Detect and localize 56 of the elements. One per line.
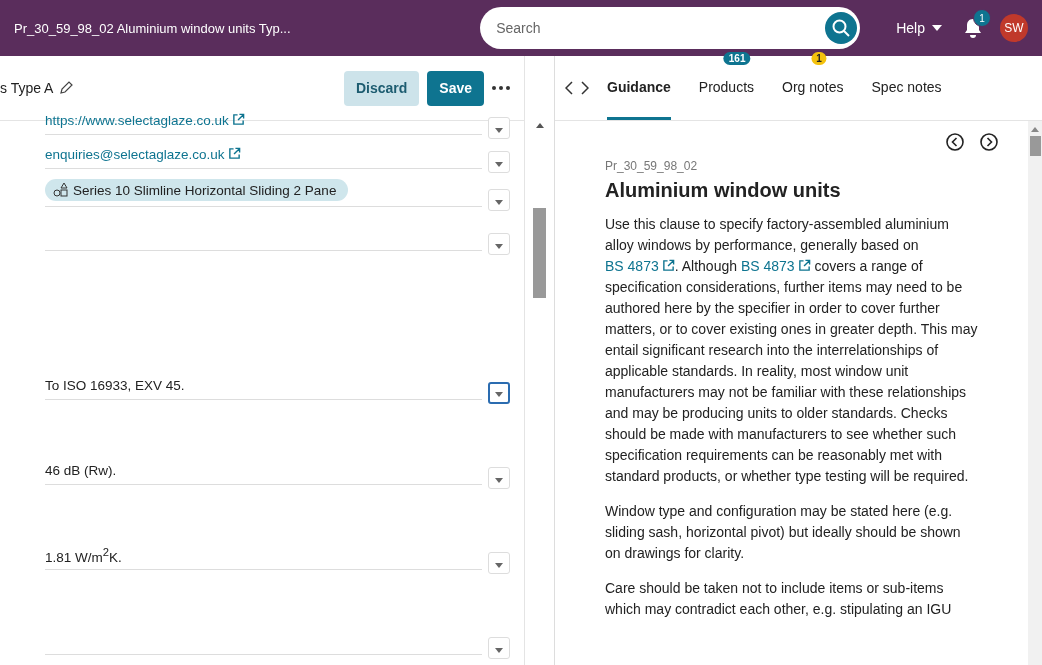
standard-link[interactable]: BS 4873: [605, 258, 675, 274]
field-value[interactable]: To ISO 16933, EXV 45.: [45, 377, 483, 400]
help-menu[interactable]: Help: [896, 20, 942, 36]
scroll-up-icon[interactable]: [535, 123, 544, 128]
discard-button[interactable]: Discard: [344, 70, 420, 106]
field-value[interactable]: https://www.selectaglaze.co.uk: [45, 112, 483, 135]
count-badge: 1: [811, 52, 827, 65]
field-text: 46 dB (Rw).: [45, 463, 117, 478]
guidance-paragraph: Use this clause to specify factory-assembled aluminium alloy windows by performance, generally based on BS 4873 . Although BS 4873 covers a range of specification considerations, further items may need to be authored here by the specifier in order to cover further matters, or to cover existing ones in greater depth. This may entail significant research into the interrelationships of applicable standards. In reality, most window unit manufacturers may not be familiar with these relationships and may be producing units to older standards. Checks should be made with manufacturers to see whether such specification requirements can be reasonably met with standard products, or whether type testing will be required.: [605, 215, 979, 486]
field-value[interactable]: enquiries@selectaglaze.co.uk: [45, 146, 483, 169]
caret-icon: [495, 128, 504, 133]
search-field[interactable]: Search: [480, 7, 861, 49]
external-link-icon: [231, 113, 245, 126]
field-text: To ISO 16933, EXV 45.: [45, 378, 185, 393]
user-avatar[interactable]: SW: [1000, 14, 1028, 42]
shapes-icon: [53, 182, 69, 198]
dropdown-button[interactable]: [488, 382, 511, 404]
caret-icon: [932, 25, 942, 31]
standard-link[interactable]: BS 4873: [740, 258, 811, 274]
guidance-title: Aluminium window units: [605, 179, 842, 202]
external-link-icon: [661, 259, 675, 272]
notification-badge: 1: [973, 9, 991, 27]
guidance-paragraph: Care should be taken not to include items or sub-items which may contradict each other, e.g. stipulating an IGU: [605, 579, 953, 619]
caret-icon: [495, 648, 504, 653]
scrollbar-thumb[interactable]: [1029, 136, 1041, 156]
more-icon[interactable]: [492, 86, 511, 90]
field-link[interactable]: https://www.selectaglaze.co.uk: [45, 113, 245, 128]
tab[interactable]: Spec notes: [871, 56, 942, 120]
external-link-icon: [227, 147, 241, 160]
save-button[interactable]: Save: [427, 70, 485, 106]
external-link-icon: [797, 259, 811, 272]
caret-icon: [495, 244, 504, 249]
scroll-up-icon[interactable]: [1031, 127, 1039, 132]
scrollbar-thumb[interactable]: [533, 208, 546, 298]
next-circle-icon[interactable]: [980, 133, 998, 151]
field-value[interactable]: 46 dB (Rw).: [45, 462, 483, 485]
guidance-paragraph: Window type and configuration may be stated here (e.g. sliding sash, horizontal pivot) but ideally should be shown on drawings for clarity.: [605, 502, 962, 563]
field-value[interactable]: 1.81 W/m$^{2}$K.: [45, 545, 483, 570]
pencil-icon[interactable]: [59, 81, 74, 95]
item-name: s Type A: [0, 80, 54, 96]
caret-icon: [495, 478, 504, 483]
field-text: 1.81 W/m$^{2}$K.: [45, 545, 122, 564]
count-badge: 161: [723, 52, 751, 65]
field-value[interactable]: Series 10 Slimline Horizontal Sliding 2 Pane: [45, 179, 483, 207]
caret-icon: [495, 162, 504, 167]
search-button[interactable]: [825, 12, 858, 44]
caret-icon: [495, 392, 504, 397]
field-link[interactable]: enquiries@selectaglaze.co.uk: [45, 147, 241, 162]
caret-icon: [495, 200, 504, 205]
previous-circle-icon[interactable]: [946, 133, 964, 151]
caret-icon: [495, 563, 504, 568]
search-icon: [831, 18, 852, 38]
tab[interactable]: Guidance: [607, 56, 671, 120]
product-chip[interactable]: Series 10 Slimline Horizontal Sliding 2 Pane: [45, 179, 349, 201]
document-title: Pr_30_59_98_02 Aluminium window units Typ...: [14, 20, 292, 36]
clause-code: Pr_30_59_98_02: [605, 159, 699, 173]
